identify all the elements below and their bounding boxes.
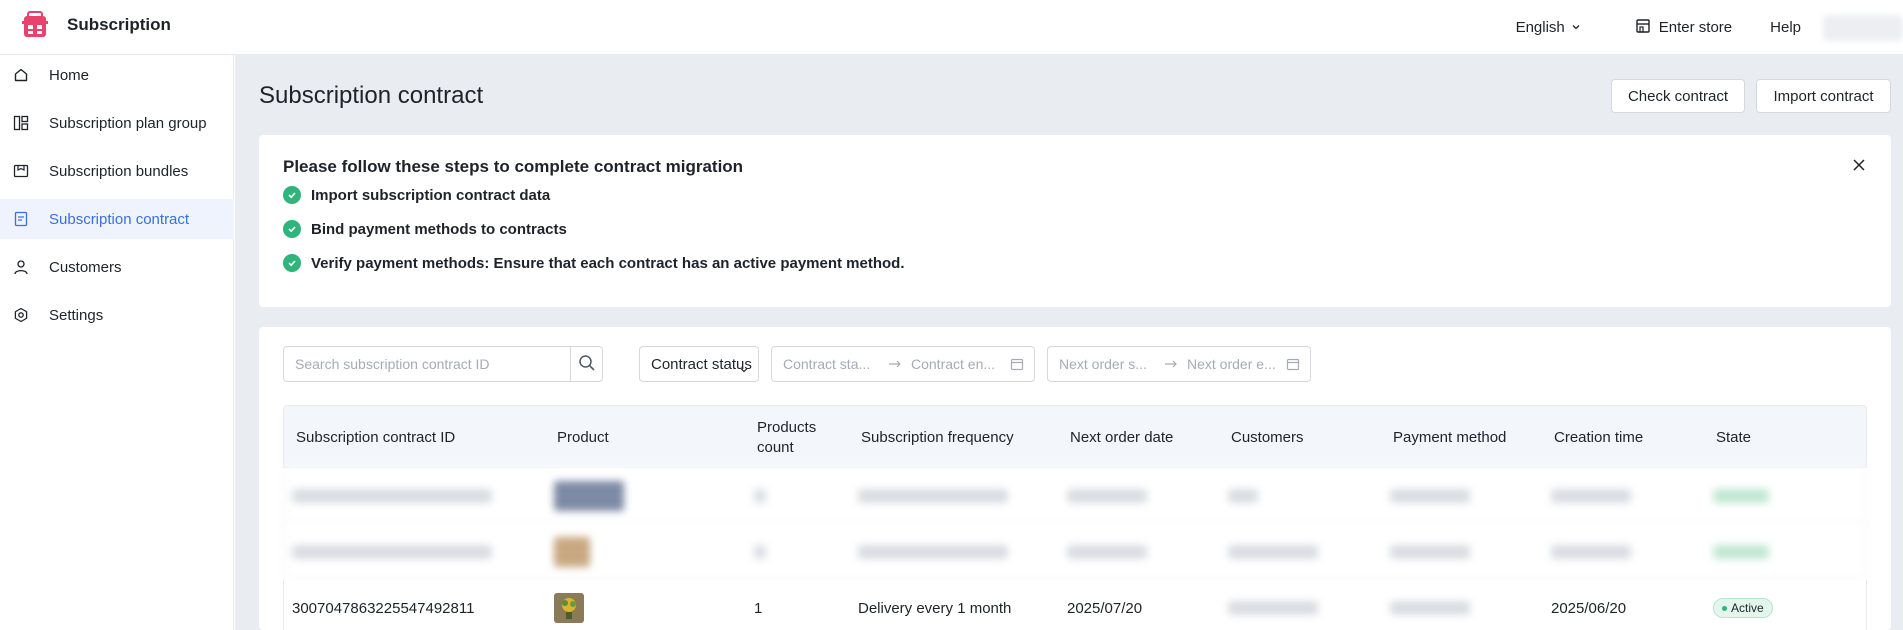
user-icon	[12, 258, 30, 276]
sidebar-item-label: Customers	[49, 258, 122, 276]
step-item: Bind payment methods to contracts	[283, 220, 567, 238]
plan-group-icon	[12, 114, 30, 132]
step-label: Bind payment methods to contracts	[311, 220, 567, 238]
migration-steps-card: Please follow these steps to complete co…	[259, 135, 1891, 307]
column-header: Product	[557, 428, 609, 446]
next-order-end-placeholder: Next order e...	[1187, 356, 1276, 372]
language-label: English	[1515, 19, 1565, 36]
calendar-icon	[1286, 357, 1300, 374]
column-header: Subscription frequency	[861, 428, 1014, 446]
column-header: Next order date	[1070, 428, 1174, 446]
sidebar-item-label: Settings	[49, 306, 104, 324]
sidebar-item-label: Subscription plan group	[49, 114, 207, 132]
subscription-frequency: Delivery every 1 month	[858, 599, 1012, 617]
payment-method	[1390, 580, 1470, 630]
table-row[interactable]	[283, 524, 1867, 580]
sidebar-item-label: Subscription contract	[49, 210, 190, 228]
check-contract-button[interactable]: Check contract	[1611, 79, 1745, 113]
sidebar-item-label: Home	[49, 66, 90, 84]
bundle-icon	[12, 162, 30, 180]
next-order-date-range[interactable]: Next order s... Next order e...	[1047, 346, 1311, 382]
column-header: State	[1716, 428, 1752, 446]
column-header: Creation time	[1554, 428, 1644, 446]
home-icon	[12, 66, 30, 84]
table-row[interactable]: 3007047863225547492811 1 Delivery every …	[283, 580, 1867, 630]
next-order-date: 2025/07/20	[1067, 599, 1143, 617]
contract-end-placeholder: Contract en...	[911, 356, 996, 372]
column-header: Products count	[757, 418, 817, 456]
help-link[interactable]: Help	[1770, 19, 1801, 36]
contracts-table-card: Contract status Contract sta... Contract…	[259, 327, 1891, 630]
contract-status-label: Contract status	[651, 355, 752, 373]
products-count: 1	[754, 599, 763, 617]
check-circle-icon	[283, 254, 301, 272]
status-badge: Active	[1713, 598, 1773, 618]
settings-icon	[12, 306, 30, 324]
enter-store-label: Enter store	[1658, 19, 1733, 36]
contract-id[interactable]: 3007047863225547492811	[292, 580, 474, 630]
sidebar-item-settings[interactable]: Settings	[0, 295, 234, 335]
next-order-start-placeholder: Next order s...	[1059, 356, 1147, 372]
calendar-icon	[1010, 357, 1024, 374]
app-logo-icon	[19, 9, 51, 41]
store-icon	[1635, 18, 1651, 38]
account-menu[interactable]	[1823, 14, 1903, 41]
state-cell: Active	[1713, 580, 1773, 630]
column-header: Customers	[1231, 428, 1304, 446]
sidebar-item-plan-group[interactable]: Subscription plan group	[0, 103, 234, 143]
search-input[interactable]	[284, 347, 570, 381]
chevron-down-icon	[1571, 19, 1581, 36]
sidebar-item-home[interactable]: Home	[0, 55, 234, 95]
status-label: Active	[1731, 601, 1764, 615]
top-bar: Subscription English Enter store Help	[0, 0, 1903, 55]
contract-date-range[interactable]: Contract sta... Contract en...	[771, 346, 1035, 382]
language-selector[interactable]: English	[1516, 19, 1581, 36]
import-contract-button[interactable]: Import contract	[1756, 79, 1891, 113]
steps-title: Please follow these steps to complete co…	[283, 157, 744, 176]
sidebar-item-customers[interactable]: Customers	[0, 247, 234, 287]
step-item: Import subscription contract data	[283, 186, 550, 204]
app-title: Subscription	[67, 15, 171, 34]
enter-store-link[interactable]: Enter store	[1635, 18, 1732, 38]
check-circle-icon	[283, 186, 301, 204]
status-dot-icon	[1722, 605, 1727, 611]
step-label: Verify payment methods: Ensure that each…	[311, 254, 905, 272]
step-label: Import subscription contract data	[311, 186, 551, 204]
arrow-right-icon	[888, 356, 902, 372]
table-row[interactable]	[283, 468, 1867, 524]
creation-time: 2025/06/20	[1551, 599, 1627, 617]
contracts-table: Subscription contract ID Product Product…	[283, 405, 1867, 630]
column-header: Payment method	[1393, 428, 1507, 446]
sidebar-item-contract[interactable]: Subscription contract	[0, 199, 234, 239]
search-box	[283, 346, 603, 382]
main-content: Subscription contract Check contract Imp…	[235, 55, 1903, 630]
search-icon	[578, 354, 596, 375]
arrow-right-icon	[1164, 356, 1178, 372]
sidebar-item-label: Subscription bundles	[49, 162, 189, 180]
product-thumbnail	[554, 580, 584, 630]
chevron-down-icon	[740, 361, 748, 378]
page-title: Subscription contract	[259, 82, 484, 109]
check-circle-icon	[283, 220, 301, 238]
step-item: Verify payment methods: Ensure that each…	[283, 254, 905, 272]
sidebar: Home Subscription plan group Subscriptio…	[0, 55, 234, 630]
contract-icon	[12, 210, 30, 228]
customer-name	[1228, 580, 1318, 630]
table-header: Subscription contract ID Product Product…	[283, 405, 1867, 468]
sidebar-item-bundles[interactable]: Subscription bundles	[0, 151, 234, 191]
close-icon[interactable]	[1851, 157, 1867, 173]
contract-start-placeholder: Contract sta...	[783, 356, 871, 372]
column-header: Subscription contract ID	[296, 428, 456, 446]
contract-status-select[interactable]: Contract status	[639, 346, 759, 382]
search-button[interactable]	[570, 347, 602, 381]
